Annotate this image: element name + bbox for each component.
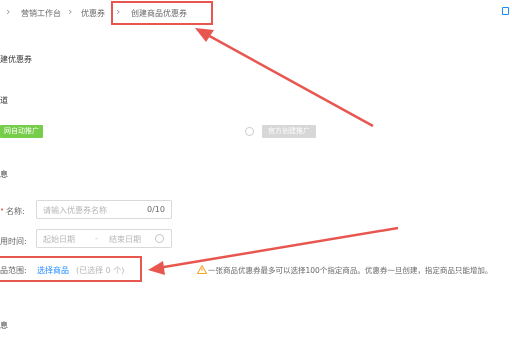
section-info-title: 息 bbox=[0, 170, 8, 179]
radio-icon[interactable] bbox=[245, 127, 254, 136]
required-marker: • bbox=[0, 206, 5, 214]
annotation-arrow-bottom bbox=[157, 226, 399, 270]
warning-text: 一张商品优惠券最多可以选择100个指定商品。优惠券一旦创建，指定商品只能增加。 bbox=[208, 266, 493, 275]
warning-icon bbox=[197, 265, 207, 274]
end-date-field[interactable]: 结束日期 bbox=[109, 234, 141, 245]
auto-promotion-button[interactable]: 网自动推广 bbox=[0, 125, 43, 138]
start-date-field[interactable]: 起始日期 bbox=[43, 234, 75, 245]
annotation-box-product-range bbox=[0, 256, 142, 282]
annotation-arrows bbox=[148, 28, 399, 275]
coupon-name-label: 名称: bbox=[6, 207, 25, 216]
manual-promotion-button[interactable]: 官方创建推广 bbox=[262, 125, 316, 138]
section-bottom-title: 息 bbox=[0, 321, 8, 330]
clock-icon bbox=[155, 234, 164, 243]
breadcrumb-item-workbench[interactable]: 营销工作台 bbox=[21, 8, 61, 19]
chevron-right-icon: › bbox=[68, 5, 73, 18]
chevron-right-icon: › bbox=[6, 5, 11, 18]
annotation-box-breadcrumb bbox=[111, 1, 213, 25]
breadcrumb-item-coupon[interactable]: 优惠券 bbox=[81, 8, 105, 19]
annotation-arrowhead-top bbox=[195, 28, 214, 42]
date-separator: - bbox=[95, 234, 98, 243]
date-range-picker[interactable]: 起始日期 - 结束日期 bbox=[36, 229, 172, 248]
coupon-name-input[interactable]: 请输入优惠券名称 0/10 bbox=[36, 200, 172, 219]
annotation-arrow-top bbox=[203, 31, 374, 128]
breadcrumb: › 营销工作台 › 优惠券 › 创建商品优惠券 bbox=[0, 0, 512, 26]
annotation-arrowhead-bottom bbox=[148, 261, 165, 275]
coupon-name-counter: 0/10 bbox=[147, 205, 165, 214]
usage-time-label: 用时间: bbox=[0, 237, 27, 246]
fullscreen-icon[interactable] bbox=[502, 7, 509, 15]
coupon-name-placeholder: 请输入优惠券名称 bbox=[43, 206, 107, 215]
page-title: 建优惠券 bbox=[0, 55, 32, 64]
section-channel-title: 道 bbox=[0, 96, 8, 105]
